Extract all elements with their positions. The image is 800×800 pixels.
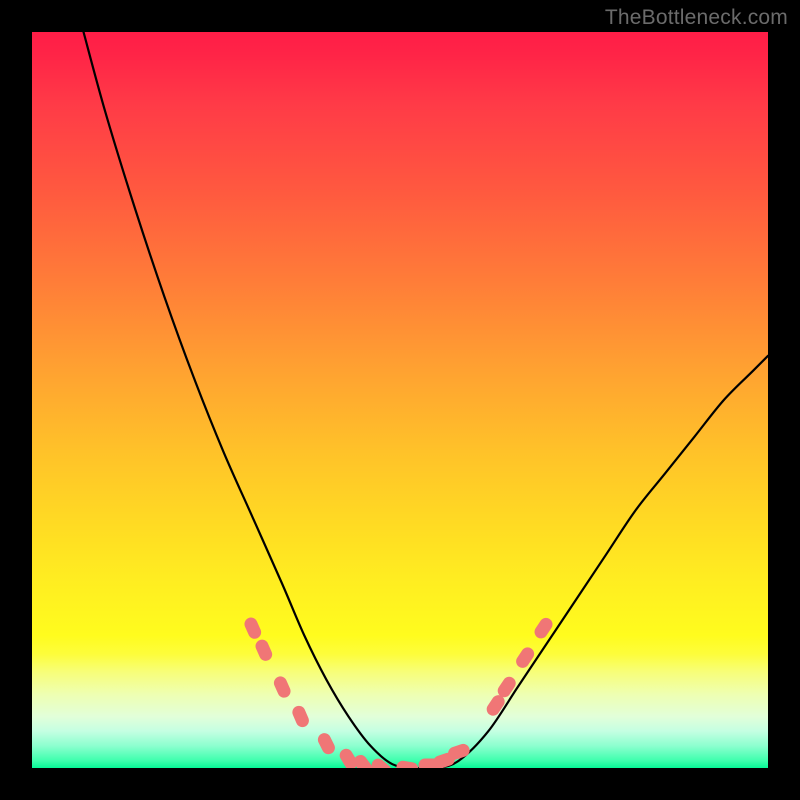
highlight-marker xyxy=(395,760,419,768)
watermark-label: TheBottleneck.com xyxy=(605,6,788,30)
highlight-marker xyxy=(242,615,263,640)
highlight-marker xyxy=(290,704,311,729)
highlight-marker xyxy=(272,674,293,699)
bottleneck-curve xyxy=(84,32,768,768)
chart-svg xyxy=(32,32,768,768)
plot-area xyxy=(32,32,768,768)
highlight-marker xyxy=(253,638,274,663)
outer-frame: TheBottleneck.com xyxy=(0,0,800,800)
highlight-marker xyxy=(316,731,337,756)
highlight-marker xyxy=(514,645,537,671)
